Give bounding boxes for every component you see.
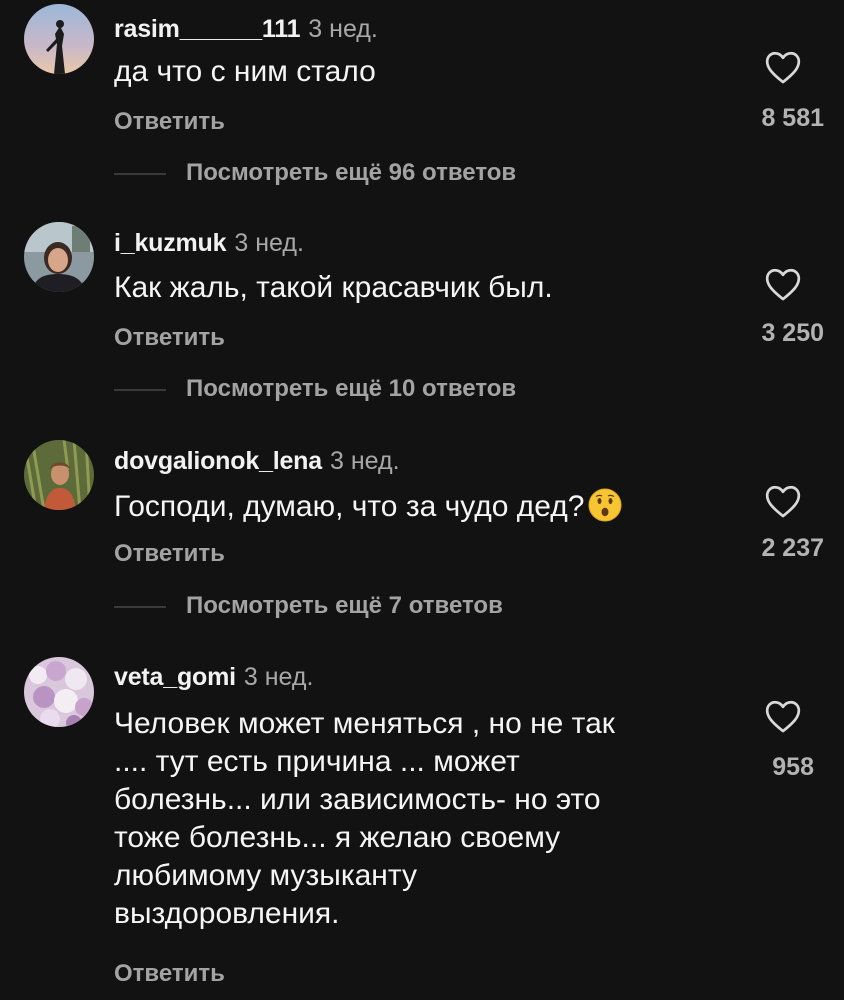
reply-button[interactable]: Ответить bbox=[114, 324, 225, 352]
avatar[interactable] bbox=[24, 222, 94, 292]
divider bbox=[114, 173, 166, 175]
divider bbox=[114, 606, 166, 608]
heart-outline-icon[interactable] bbox=[764, 483, 802, 519]
heart-outline-icon[interactable] bbox=[764, 49, 802, 85]
like-count: 8 581 bbox=[761, 104, 824, 132]
timestamp: 3 нед. bbox=[329, 447, 400, 475]
comment-text-line: тоже болезнь... я желаю своему bbox=[114, 821, 561, 854]
astonished-face-emoji bbox=[588, 488, 622, 522]
avatar[interactable] bbox=[24, 4, 94, 74]
heart-outline-icon[interactable] bbox=[764, 698, 802, 734]
like-count: 958 bbox=[772, 753, 814, 781]
view-more-replies-label: Посмотреть ещё 10 ответов bbox=[186, 375, 517, 402]
comment-text-line: .... тут есть причина ... может bbox=[114, 745, 520, 778]
comment-text-line: болезнь... или зависимость- но это bbox=[114, 783, 601, 816]
like-count: 2 237 bbox=[761, 534, 824, 562]
comment-text-line: любимому музыканту bbox=[114, 859, 417, 892]
view-more-replies-label: Посмотреть ещё 7 ответов bbox=[186, 592, 503, 619]
username[interactable]: i_kuzmuk bbox=[114, 229, 227, 257]
username[interactable]: dovgalionok_lena bbox=[114, 447, 322, 475]
avatar[interactable] bbox=[24, 440, 94, 510]
timestamp: 3 нед. bbox=[308, 15, 378, 43]
comment-text: Как жаль, такой красавчик был. bbox=[114, 271, 553, 304]
comment-header: veta_gomi 3 нед. bbox=[114, 662, 313, 692]
timestamp: 3 нед. bbox=[243, 663, 314, 691]
username[interactable]: rasim______111 bbox=[114, 15, 300, 43]
comment-text-line: Человек может меняться , но не так bbox=[114, 707, 615, 740]
comment-text-line: выздоровления. bbox=[114, 897, 340, 930]
comment-text: да что с ним стало bbox=[114, 55, 376, 88]
username[interactable]: veta_gomi bbox=[114, 663, 236, 691]
comment-text: Человек может меняться , но не так .... … bbox=[114, 705, 724, 933]
comment-text-body: Господи, думаю, что за чудо дед? bbox=[114, 490, 585, 523]
divider bbox=[114, 389, 166, 391]
comment-header: i_kuzmuk 3 нед. bbox=[114, 228, 304, 258]
view-more-replies-label: Посмотреть ещё 96 ответов bbox=[186, 159, 517, 186]
avatar[interactable] bbox=[24, 657, 94, 727]
comment-header: rasim______111 3 нед. bbox=[114, 14, 378, 44]
heart-outline-icon[interactable] bbox=[764, 266, 802, 302]
like-count: 3 250 bbox=[761, 319, 824, 347]
reply-button[interactable]: Ответить bbox=[114, 540, 225, 568]
timestamp: 3 нед. bbox=[234, 229, 304, 257]
comment-header: dovgalionok_lena 3 нед. bbox=[114, 446, 400, 476]
reply-button[interactable]: Ответить bbox=[114, 960, 225, 988]
reply-button[interactable]: Ответить bbox=[114, 108, 225, 136]
comment-text: Господи, думаю, что за чудо дед? bbox=[114, 488, 724, 525]
